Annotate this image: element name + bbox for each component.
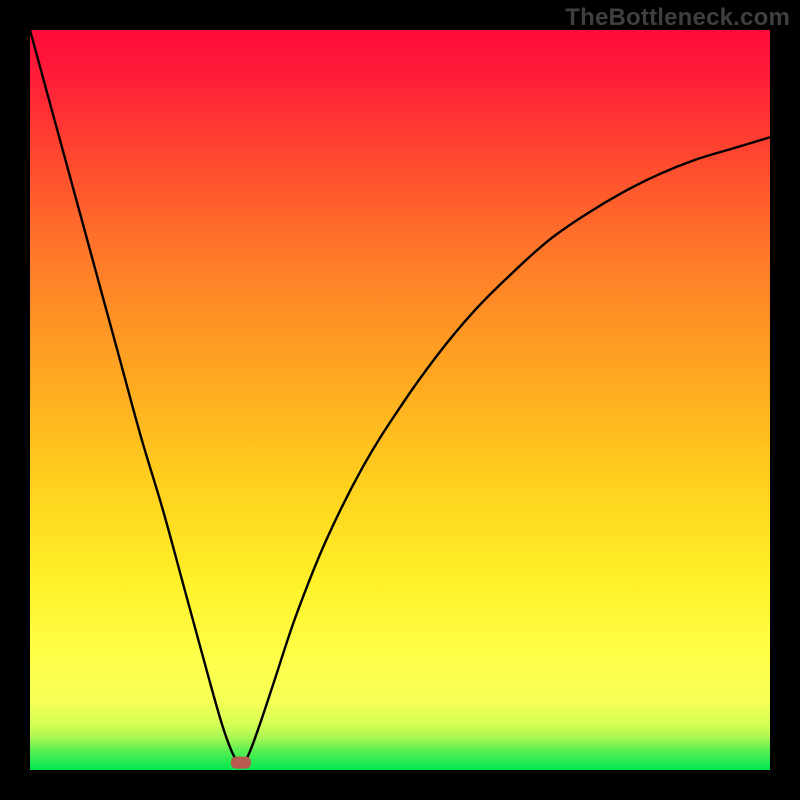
watermark-text: TheBottleneck.com	[565, 4, 790, 32]
chart-frame: TheBottleneck.com	[0, 0, 800, 800]
bottleneck-chart	[0, 0, 800, 800]
plot-background	[30, 30, 770, 770]
minimum-marker	[231, 757, 251, 769]
